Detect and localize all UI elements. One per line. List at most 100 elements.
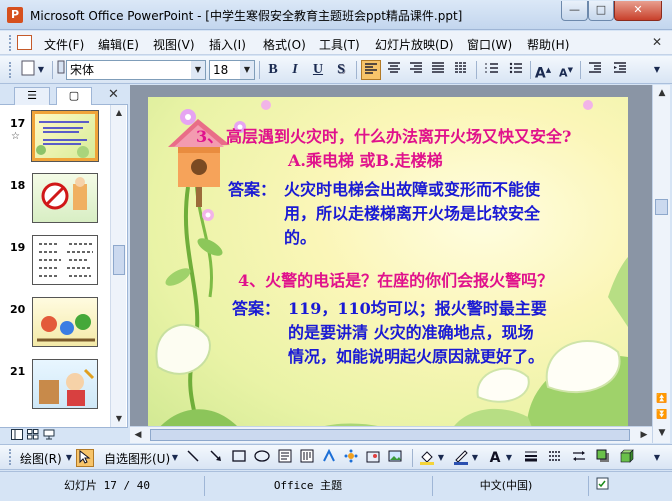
slideshow-view-icon[interactable] bbox=[42, 429, 56, 442]
diagram-icon[interactable] bbox=[342, 449, 360, 467]
picture-icon[interactable] bbox=[386, 449, 404, 467]
fill-color-icon[interactable] bbox=[418, 449, 436, 467]
toolbar-options-icon[interactable]: ▼ bbox=[650, 60, 664, 80]
slide-thumbnail-17[interactable]: 17 ☆ bbox=[0, 109, 112, 167]
underline-button[interactable]: U bbox=[308, 60, 328, 80]
rectangle-tool-icon[interactable] bbox=[230, 449, 248, 467]
justify-icon[interactable] bbox=[428, 60, 448, 80]
numbered-list-icon[interactable] bbox=[482, 60, 502, 80]
draw-menu-button[interactable]: 绘图(R) bbox=[20, 450, 62, 467]
scroll-right-icon[interactable]: ▶ bbox=[636, 427, 652, 443]
align-right-icon[interactable] bbox=[406, 60, 426, 80]
menu-slideshow[interactable]: 幻灯片放映(D) bbox=[375, 36, 454, 53]
slide-sorter-view-icon[interactable] bbox=[26, 429, 40, 442]
toolbar-options-icon[interactable]: ▼ bbox=[650, 449, 664, 467]
slide-thumbnail-19[interactable]: 19 bbox=[0, 233, 112, 291]
font-name-select[interactable]: 宋体 ▼ bbox=[66, 60, 206, 80]
chevron-down-icon[interactable]: ▼ bbox=[436, 449, 446, 467]
tab-outline[interactable]: ☰ bbox=[14, 87, 50, 105]
current-slide[interactable]: 3、 高层遇到火灾时，什么办法离开火场又快又安全? A.乘电梯 或B.走楼梯 答… bbox=[148, 97, 628, 443]
align-left-icon[interactable] bbox=[361, 60, 381, 80]
scroll-up-icon[interactable]: ▲ bbox=[653, 85, 671, 101]
menu-format[interactable]: 格式(O) bbox=[263, 36, 306, 53]
minimize-button[interactable]: — bbox=[561, 1, 588, 21]
font-color-icon[interactable]: A bbox=[486, 449, 504, 467]
line-style-icon[interactable] bbox=[522, 449, 540, 467]
font-style-icon[interactable] bbox=[56, 60, 66, 80]
scroll-down-icon[interactable]: ▼ bbox=[111, 411, 127, 427]
shadow-button[interactable]: S bbox=[331, 60, 351, 80]
chevron-down-icon[interactable]: ▼ bbox=[240, 61, 254, 79]
normal-view-icon[interactable] bbox=[10, 429, 24, 442]
autoshapes-menu-button[interactable]: 自选图形(U) bbox=[104, 450, 170, 467]
slide-thumbnail-21[interactable]: 21 bbox=[0, 357, 112, 415]
scrollbar-thumb[interactable] bbox=[655, 199, 668, 215]
panel-close-icon[interactable]: ✕ bbox=[108, 87, 119, 103]
chevron-down-icon[interactable]: ▼ bbox=[504, 449, 514, 467]
scroll-up-icon[interactable]: ▲ bbox=[111, 105, 127, 121]
increase-font-size-button[interactable]: A▲ bbox=[533, 60, 553, 82]
italic-button[interactable]: I bbox=[285, 60, 305, 80]
slide-thumbnail-20[interactable]: 20 bbox=[0, 295, 112, 353]
close-document-button[interactable]: ✕ bbox=[652, 35, 664, 49]
menu-grip-handle[interactable] bbox=[9, 35, 13, 51]
scrollbar-thumb[interactable] bbox=[113, 245, 125, 275]
align-center-icon[interactable] bbox=[384, 60, 404, 80]
menu-file[interactable]: 文件(F) bbox=[44, 36, 84, 53]
clipart-icon[interactable] bbox=[364, 449, 382, 467]
spelling-status-icon[interactable] bbox=[594, 477, 614, 495]
next-slide-icon[interactable]: ⏬ bbox=[653, 407, 671, 423]
chevron-down-icon[interactable]: ▼ bbox=[170, 449, 180, 467]
vertical-scrollbar[interactable]: ▲ ⏫ ⏬ ▼ bbox=[652, 85, 670, 443]
font-name-value: 宋体 bbox=[70, 63, 95, 77]
select-pointer-icon[interactable] bbox=[76, 449, 94, 467]
bold-button[interactable]: B bbox=[263, 60, 283, 80]
previous-slide-icon[interactable]: ⏫ bbox=[653, 391, 671, 407]
chevron-down-icon[interactable]: ▼ bbox=[64, 449, 74, 467]
scroll-left-icon[interactable]: ◀ bbox=[130, 427, 146, 443]
textbox-tool-icon[interactable] bbox=[276, 449, 294, 467]
menu-insert[interactable]: 插入(I) bbox=[209, 36, 246, 53]
toolbar-grip-handle[interactable] bbox=[9, 62, 13, 78]
slide-number: 21 bbox=[10, 365, 26, 378]
scrollbar-thumb[interactable] bbox=[150, 429, 630, 441]
new-slide-icon[interactable] bbox=[18, 60, 38, 80]
shadow-style-icon[interactable] bbox=[594, 449, 612, 467]
menu-view[interactable]: 视图(V) bbox=[153, 36, 195, 53]
vertical-textbox-icon[interactable] bbox=[298, 449, 316, 467]
language-status: 中文(中国) bbox=[479, 479, 533, 492]
font-size-select[interactable]: 18 ▼ bbox=[209, 60, 255, 80]
arrow-style-icon[interactable] bbox=[570, 449, 588, 467]
chevron-down-icon[interactable]: ▼ bbox=[191, 61, 205, 79]
menu-tools[interactable]: 工具(T) bbox=[319, 36, 360, 53]
scroll-down-icon[interactable]: ▼ bbox=[653, 425, 671, 441]
menu-window[interactable]: 窗口(W) bbox=[467, 36, 512, 53]
menu-edit[interactable]: 编辑(E) bbox=[98, 36, 139, 53]
close-button[interactable]: ✕ bbox=[614, 1, 662, 21]
wordart-icon[interactable] bbox=[320, 448, 338, 467]
dash-style-icon[interactable] bbox=[546, 449, 564, 467]
decrease-indent-icon[interactable] bbox=[585, 60, 605, 80]
increase-indent-icon[interactable] bbox=[610, 60, 630, 80]
distribute-icon[interactable] bbox=[451, 60, 471, 80]
line-tool-icon[interactable] bbox=[184, 449, 202, 467]
oval-tool-icon[interactable] bbox=[253, 449, 271, 467]
question-4-text: 4、火警的电话是？在座的你们会报火警吗？ bbox=[238, 271, 554, 290]
maximize-button[interactable]: □ bbox=[588, 1, 614, 21]
status-separator bbox=[588, 476, 589, 496]
horizontal-scrollbar[interactable]: ◀ ▶ bbox=[130, 426, 652, 443]
slide-thumbnail-18[interactable]: 18 bbox=[0, 171, 112, 229]
powerpoint-app-icon[interactable]: P bbox=[7, 7, 23, 23]
tab-slides[interactable]: ▢ bbox=[56, 87, 92, 105]
panel-scrollbar[interactable]: ▲ ▼ bbox=[110, 105, 126, 427]
decrease-font-size-button[interactable]: A▼ bbox=[556, 60, 576, 80]
bullet-list-icon[interactable] bbox=[506, 60, 526, 80]
arrow-tool-icon[interactable] bbox=[207, 449, 225, 467]
chevron-down-icon[interactable]: ▼ bbox=[470, 449, 480, 467]
menu-help[interactable]: 帮助(H) bbox=[527, 36, 569, 53]
3d-style-icon[interactable] bbox=[618, 449, 636, 467]
line-color-icon[interactable] bbox=[452, 449, 470, 467]
new-dropdown-icon[interactable]: ▼ bbox=[36, 60, 46, 80]
toolbar-grip-handle[interactable] bbox=[9, 449, 13, 465]
document-icon[interactable] bbox=[17, 35, 32, 50]
